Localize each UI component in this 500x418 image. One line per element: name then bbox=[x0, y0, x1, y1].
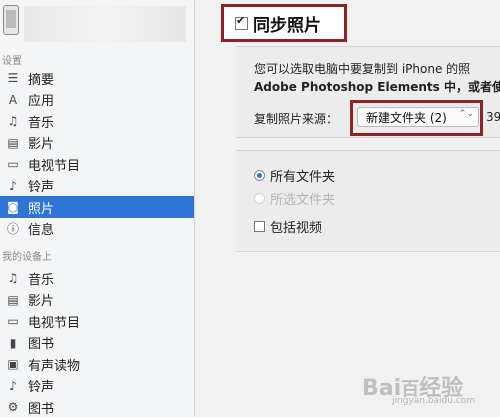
gear-icon: ⚙ bbox=[7, 400, 19, 414]
music-icon: ♫ bbox=[7, 114, 19, 128]
sidebar-item-tv[interactable]: ▭ 电视节目 bbox=[0, 310, 194, 332]
tv-icon: ▭ bbox=[7, 314, 19, 328]
sidebar-item-camera[interactable]: ◙ 照片 bbox=[0, 196, 194, 218]
sidebar-item-tv[interactable]: ▭ 电视节目 bbox=[0, 153, 194, 175]
sync-photos-checkbox[interactable] bbox=[235, 14, 248, 30]
selected-folders-option: 所选文件夹 bbox=[254, 189, 336, 208]
sidebar-item-book[interactable]: ▮ 图书 bbox=[0, 332, 194, 354]
sidebar-item-label: 摘要 bbox=[28, 72, 55, 88]
sidebar-item-label: 图书 bbox=[28, 401, 55, 417]
movies-icon: ▤ bbox=[7, 135, 19, 150]
sync-photos-highlight: 同步照片 bbox=[221, 4, 347, 42]
sidebar-item-bell[interactable]: ♪ 铃声 bbox=[0, 175, 194, 197]
sidebar-item-label: 图书 bbox=[28, 337, 55, 352]
copy-source-value: 新建文件夹 (2) bbox=[366, 110, 447, 125]
iphone-icon bbox=[3, 5, 19, 35]
sidebar-item-summary[interactable]: ☰ 摘要 bbox=[0, 67, 194, 89]
device-name-blurred bbox=[24, 6, 186, 42]
camera-icon: ◙ bbox=[7, 200, 19, 214]
sidebar-item-movies[interactable]: ▤ 影片 bbox=[0, 289, 194, 311]
sidebar-item-apps[interactable]: A 应用 bbox=[0, 89, 194, 111]
sidebar-item-bell[interactable]: ♪ 铃声 bbox=[0, 375, 194, 397]
sidebar-item-label: 影片 bbox=[28, 137, 55, 152]
bell-icon: ♪ bbox=[9, 378, 17, 393]
sidebar: 设置 ☰ 摘要 A 应用 ♫ 音乐 ▤ 影片 ▭ 电视节目 ♪ 铃声 ◙ 照片 ⓘ 信息 我的设备上 ♫ 音乐 ▤… bbox=[0, 0, 195, 417]
sidebar-item-label: 音乐 bbox=[28, 272, 55, 288]
all-folders-option[interactable]: 所有文件夹 bbox=[254, 166, 336, 185]
sidebar-item-audiobook[interactable]: ▣ 有声读物 bbox=[0, 353, 194, 375]
photo-count: 39 bbox=[486, 110, 500, 124]
chevron-updown-icon: ⌃⌄ bbox=[458, 109, 474, 119]
music-icon: ♫ bbox=[7, 271, 19, 285]
summary-icon: ☰ bbox=[7, 71, 19, 85]
sidebar-item-label: 电视节目 bbox=[28, 158, 81, 174]
selected-folders-label: 所选文件夹 bbox=[270, 192, 336, 208]
section-label-settings: 设置 bbox=[2, 56, 22, 67]
sidebar-item-label: 电视节目 bbox=[28, 315, 81, 331]
copy-source-select[interactable]: 新建文件夹 (2) ⌃⌄ bbox=[357, 107, 479, 127]
section-label-on-device: 我的设备上 bbox=[2, 252, 52, 263]
sidebar-item-gear[interactable]: ⚙ 图书 bbox=[0, 396, 194, 418]
include-videos-checkbox[interactable] bbox=[254, 220, 265, 232]
sidebar-item-music[interactable]: ♫ 音乐 bbox=[0, 110, 194, 132]
sidebar-item-label: 音乐 bbox=[28, 115, 55, 131]
tv-icon: ▭ bbox=[7, 157, 19, 171]
sidebar-item-label: 信息 bbox=[28, 223, 55, 238]
movies-icon: ▤ bbox=[7, 292, 19, 307]
apps-icon: A bbox=[8, 92, 18, 107]
description-line-2: Adobe Photoshop Elements 中，或者使 bbox=[254, 80, 500, 94]
sidebar-item-music[interactable]: ♫ 音乐 bbox=[0, 267, 194, 289]
sidebar-item-info[interactable]: ⓘ 信息 bbox=[0, 218, 194, 240]
copy-source-label: 复制照片来源： bbox=[254, 112, 339, 126]
book-icon: ▮ bbox=[9, 335, 17, 350]
selected-folders-radio bbox=[254, 192, 265, 204]
sidebar-item-label: 影片 bbox=[28, 294, 55, 309]
sidebar-item-label: 有声读物 bbox=[28, 358, 81, 374]
device-header[interactable] bbox=[0, 0, 194, 50]
sidebar-item-label: 铃声 bbox=[28, 180, 55, 195]
info-icon: ⓘ bbox=[6, 222, 19, 236]
sidebar-item-label: 铃声 bbox=[28, 380, 55, 395]
description-line-1: 您可以选取电脑中要复制到 iPhone 的照 bbox=[254, 62, 471, 76]
include-videos-option[interactable]: 包括视频 bbox=[254, 217, 323, 236]
all-folders-label: 所有文件夹 bbox=[270, 169, 336, 185]
watermark-url: jingyan.baidu.com bbox=[392, 396, 476, 406]
bell-icon: ♪ bbox=[9, 178, 17, 193]
sidebar-item-label: 应用 bbox=[28, 94, 55, 109]
all-folders-radio[interactable] bbox=[254, 169, 265, 181]
sidebar-item-movies[interactable]: ▤ 影片 bbox=[0, 132, 194, 154]
include-videos-label: 包括视频 bbox=[270, 220, 323, 236]
sync-photos-label[interactable]: 同步照片 bbox=[253, 11, 321, 36]
audiobook-icon: ▣ bbox=[7, 357, 19, 371]
sidebar-item-label: 照片 bbox=[28, 201, 55, 217]
